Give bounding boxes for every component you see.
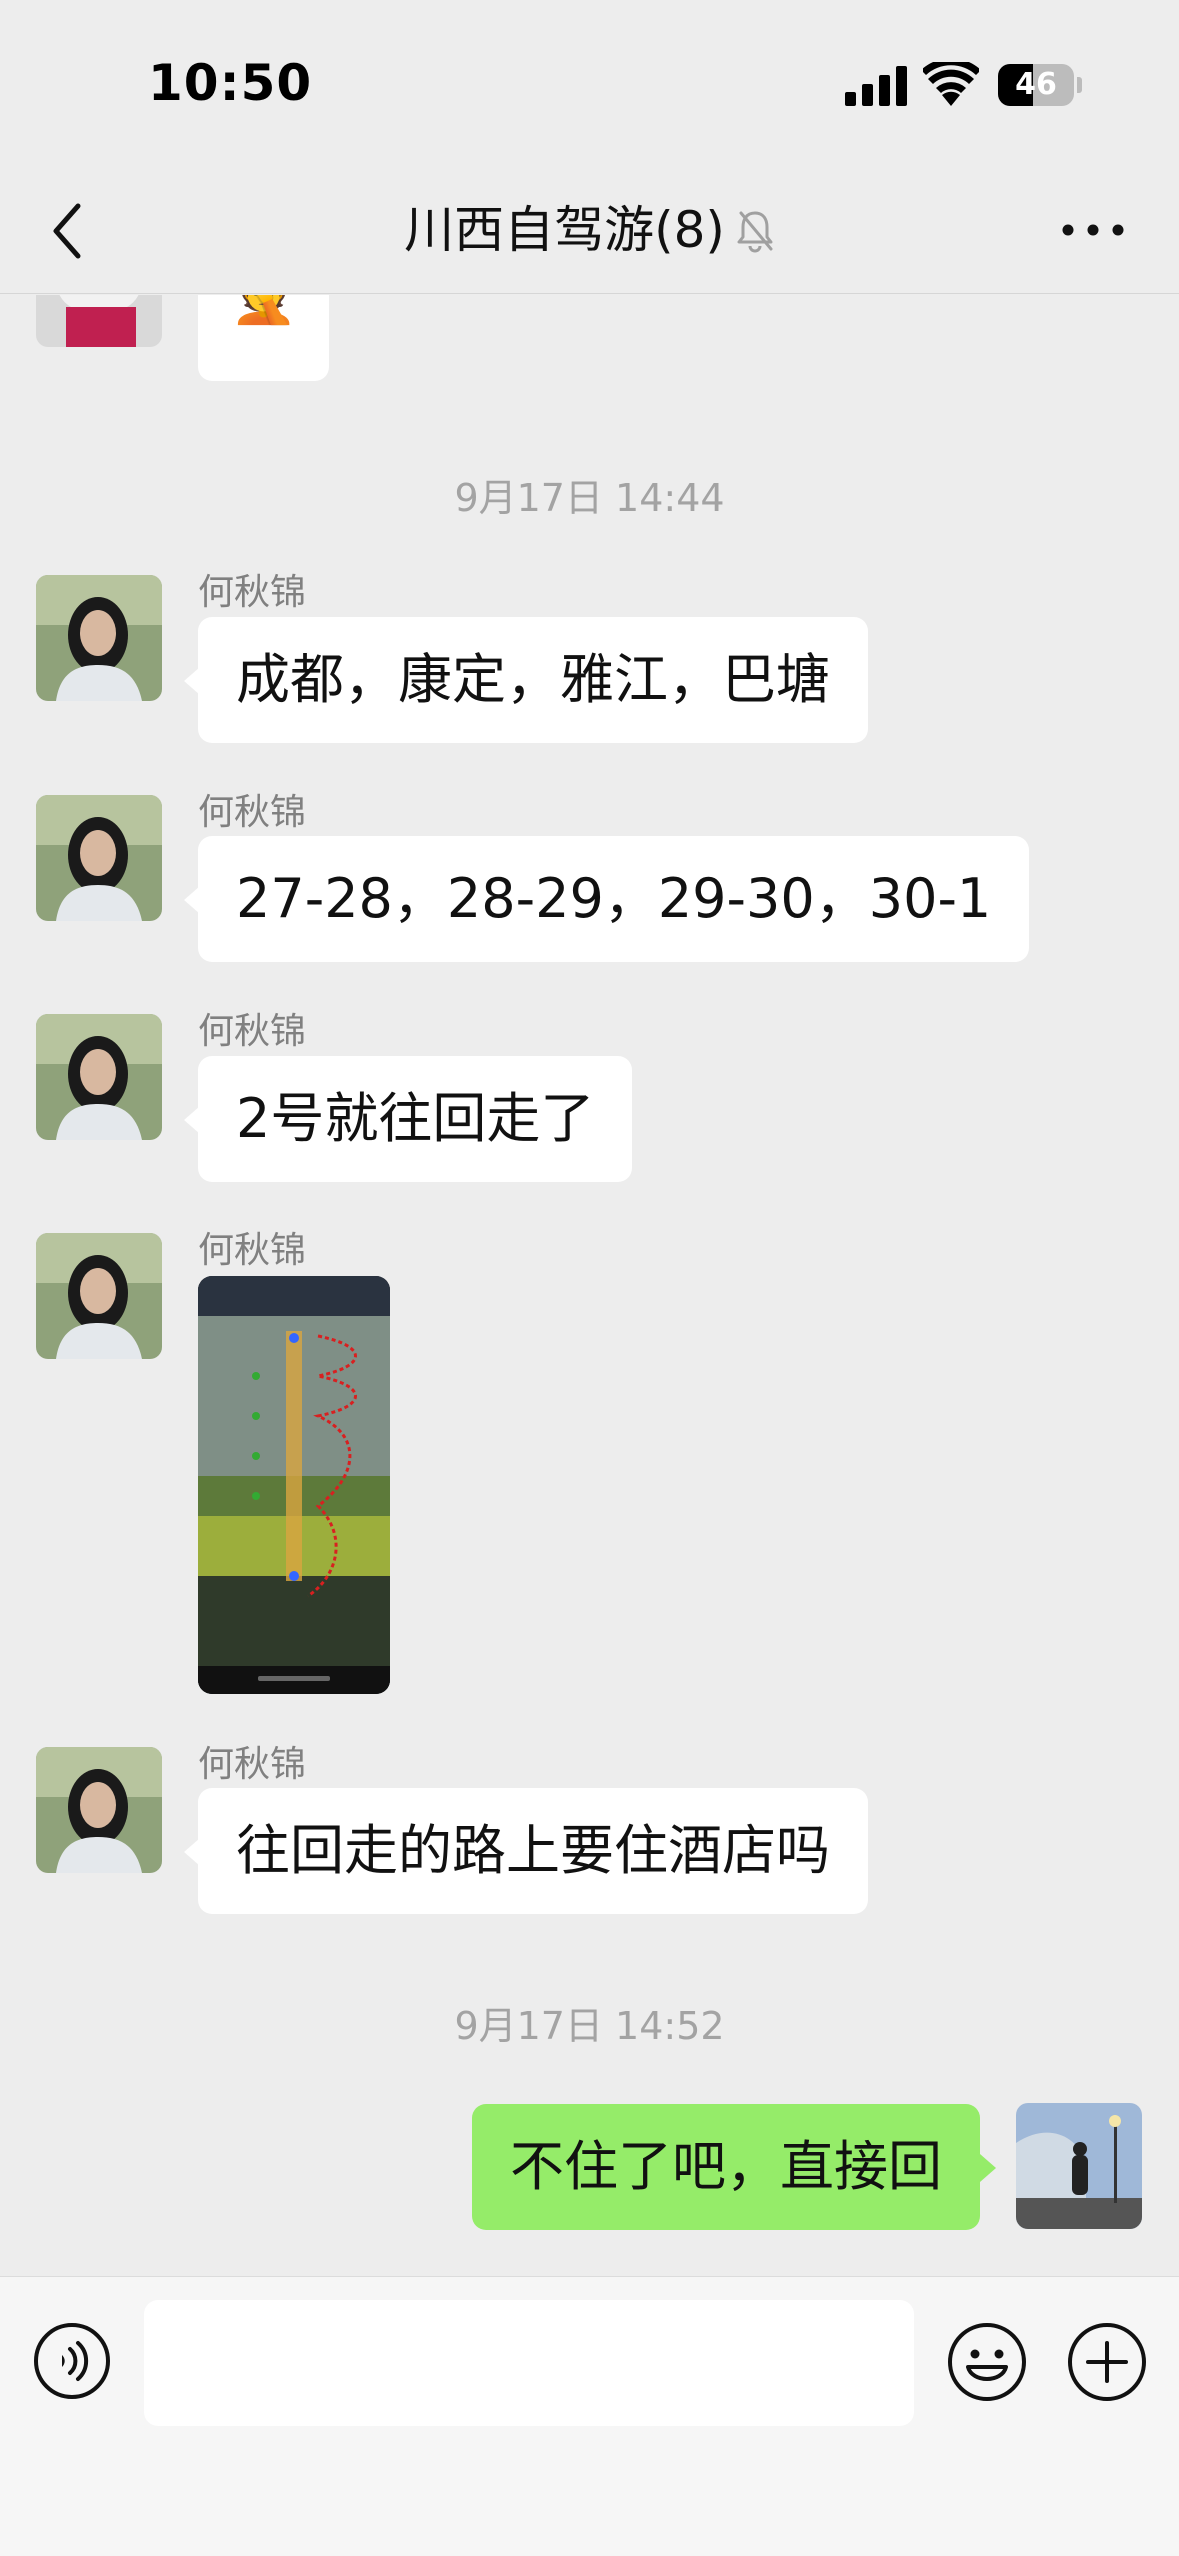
profile-photo	[36, 1233, 162, 1359]
sender-name: 何秋锦	[198, 572, 307, 613]
avatar[interactable]	[36, 1233, 162, 1359]
message-bubble[interactable]: 2号就往回走了	[183, 1056, 633, 1182]
avatar[interactable]	[36, 1014, 162, 1140]
self-avatar[interactable]	[1016, 2103, 1142, 2229]
wifi-icon	[923, 62, 979, 106]
message-timestamp: 9月17日 14:52	[454, 2004, 725, 2048]
message-bubble-self[interactable]: 不住了吧，直接回	[472, 2104, 996, 2230]
chat-title-container[interactable]: 川西自驾游(8)	[0, 194, 1179, 266]
route-map-image	[198, 1276, 390, 1694]
battery-cap	[1077, 77, 1082, 93]
message-bubble[interactable]: 往回走的路上要住酒店吗	[184, 1788, 868, 1914]
battery-icon: 46	[998, 64, 1074, 106]
chat-header: 川西自驾游(8)	[0, 170, 1179, 294]
message-bubble[interactable]: 成都，康定，雅江，巴塘	[184, 617, 868, 743]
chat-title: 川西自驾游(8)	[404, 201, 725, 259]
avatar[interactable]	[36, 795, 162, 921]
profile-photo	[36, 1747, 162, 1873]
sender-name: 何秋锦	[198, 1011, 307, 1052]
message-timestamp: 9月17日 14:44	[454, 476, 725, 520]
message-bubble[interactable]: 🤦	[198, 295, 330, 381]
message-input[interactable]	[144, 2300, 914, 2426]
emoji: 🤦	[230, 295, 298, 327]
image-message[interactable]	[198, 1276, 390, 1694]
avatar[interactable]	[36, 575, 162, 701]
more-dots-icon[interactable]	[1058, 210, 1128, 250]
avatar[interactable]	[36, 295, 162, 347]
chat-messages[interactable]: 🤦 9月17日 14:44 何秋锦 成都，康定，雅江，巴塘 何秋锦 27-28，…	[0, 295, 1179, 2275]
emoji-icon[interactable]	[946, 2321, 1028, 2403]
avatar[interactable]	[36, 1747, 162, 1873]
plus-icon[interactable]	[1066, 2321, 1148, 2403]
profile-photo	[36, 795, 162, 921]
sender-name: 何秋锦	[198, 1744, 307, 1785]
profile-photo	[36, 1014, 162, 1140]
message-input-bar	[0, 2276, 1179, 2556]
profile-photo	[36, 575, 162, 701]
battery-percentage: 46	[1015, 67, 1057, 102]
status-bar: 10:50 46	[0, 0, 1179, 170]
bell-muted-icon	[737, 211, 773, 253]
voice-icon[interactable]	[32, 2321, 112, 2401]
status-time: 10:50	[148, 54, 313, 112]
profile-photo	[1016, 2103, 1142, 2229]
sender-name: 何秋锦	[198, 792, 307, 833]
message-bubble[interactable]: 27-28，28-29，29-30，30-1	[183, 836, 1030, 962]
sender-name: 何秋锦	[198, 1230, 307, 1271]
cellular-signal-icon	[845, 66, 907, 106]
